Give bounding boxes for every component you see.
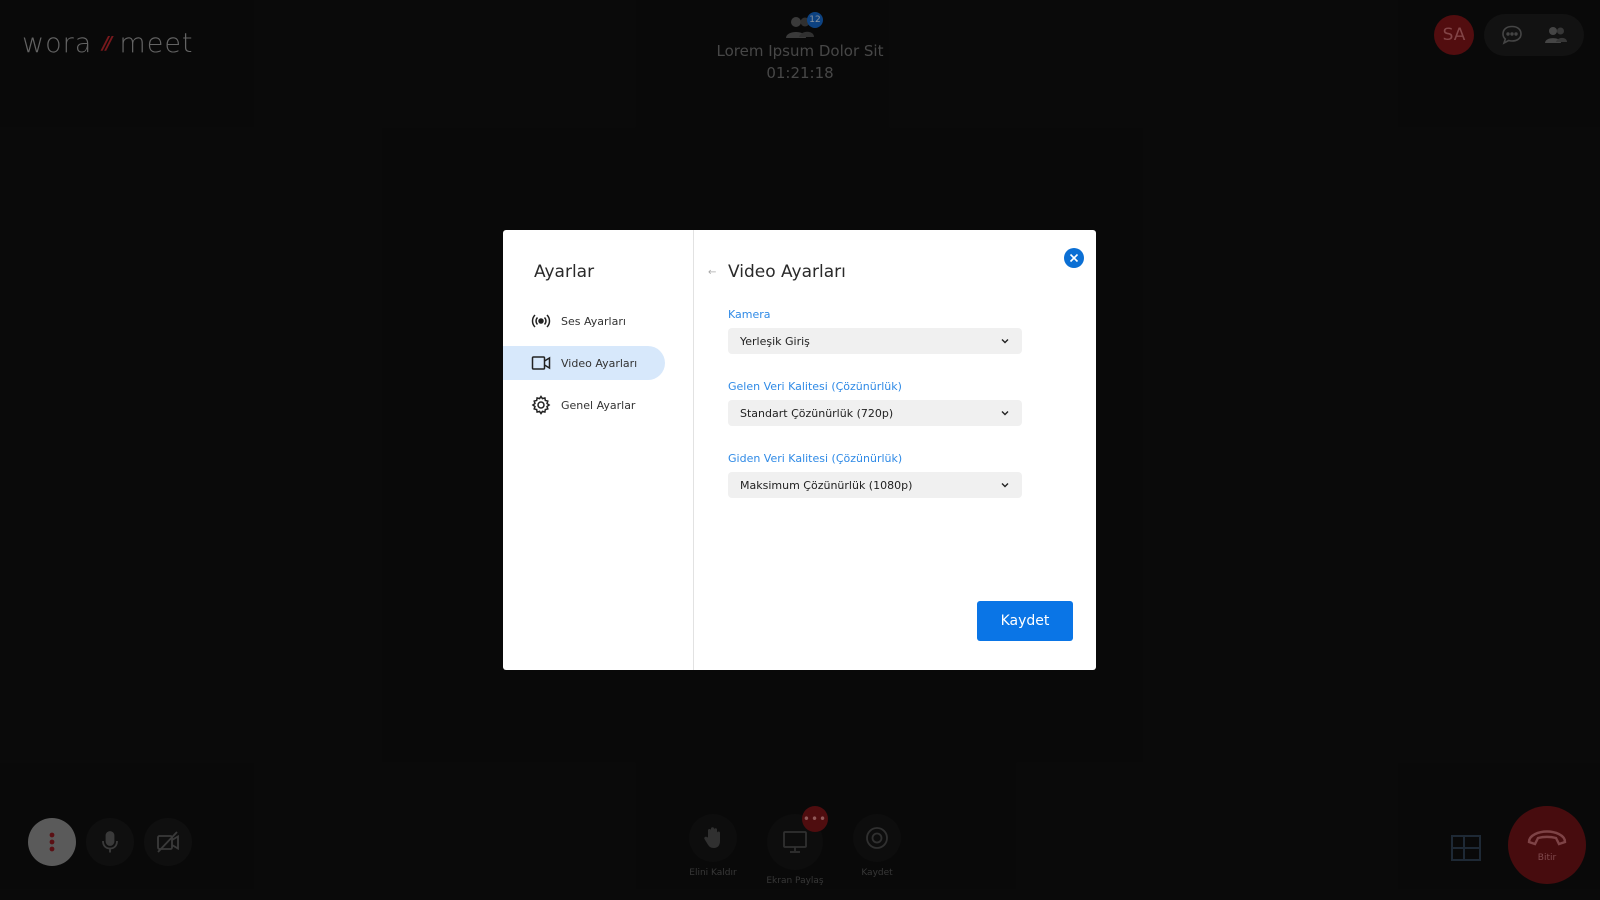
save-button[interactable]: Kaydet xyxy=(977,601,1073,641)
sidebar-item-label: Ses Ayarları xyxy=(561,314,626,328)
incoming-quality-label: Gelen Veri Kalitesi (Çözünürlük) xyxy=(728,380,902,393)
meeting-screen: wora // meet 12 Lorem Ipsum Dolor Sit 01… xyxy=(0,0,1600,900)
camera-select-value: Yerleşik Giriş xyxy=(740,334,810,348)
settings-title: Ayarlar xyxy=(534,262,595,282)
back-arrow-icon[interactable]: ← xyxy=(708,267,718,278)
outgoing-quality-value: Maksimum Çözünürlük (1080p) xyxy=(740,478,913,492)
chevron-down-icon xyxy=(1001,411,1009,416)
close-button[interactable] xyxy=(1064,248,1084,268)
content-header: ← Video Ayarları xyxy=(708,262,1096,282)
outgoing-quality-label: Giden Veri Kalitesi (Çözünürlük) xyxy=(728,452,903,465)
sidebar-item-label: Video Ayarları xyxy=(561,356,638,370)
outgoing-quality-field: Giden Veri Kalitesi (Çözünürlük) Maksimu… xyxy=(728,452,1022,498)
video-camera-icon xyxy=(531,356,551,370)
settings-dialog: Ayarlar Ses Ayarları Video Ayarları Gene… xyxy=(503,230,1096,670)
sidebar-item-label: Genel Ayarlar xyxy=(561,398,636,412)
sidebar-item-video-settings[interactable]: Video Ayarları xyxy=(503,346,665,380)
outgoing-quality-select[interactable]: Maksimum Çözünürlük (1080p) xyxy=(728,472,1022,498)
audio-broadcast-icon xyxy=(531,314,551,328)
sidebar-item-general-settings[interactable]: Genel Ayarlar xyxy=(503,388,665,422)
settings-sidebar: Ayarlar Ses Ayarları Video Ayarları Gene… xyxy=(503,230,694,670)
chevron-down-icon xyxy=(1001,339,1009,344)
gear-icon xyxy=(531,395,551,415)
incoming-quality-select[interactable]: Standart Çözünürlük (720p) xyxy=(728,400,1022,426)
close-icon xyxy=(1069,253,1079,263)
incoming-quality-value: Standart Çözünürlük (720p) xyxy=(740,406,894,420)
chevron-down-icon xyxy=(1001,483,1009,488)
camera-field-label: Kamera xyxy=(728,308,771,321)
incoming-quality-field: Gelen Veri Kalitesi (Çözünürlük) Standar… xyxy=(728,380,1022,426)
camera-field: Kamera Yerleşik Giriş xyxy=(728,308,1022,354)
video-settings-panel: ← Video Ayarları Kamera Yerleşik Giriş G… xyxy=(694,230,1096,670)
content-title: Video Ayarları xyxy=(728,262,846,282)
camera-select[interactable]: Yerleşik Giriş xyxy=(728,328,1022,354)
sidebar-item-audio-settings[interactable]: Ses Ayarları xyxy=(503,304,665,338)
